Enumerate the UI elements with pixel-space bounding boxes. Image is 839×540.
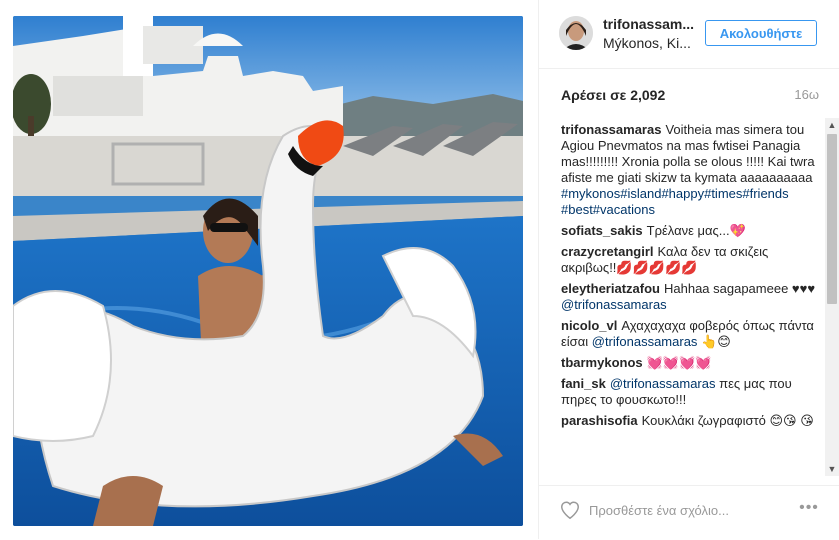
swan-pool-photo: [13, 16, 523, 526]
list-item: trifonassamaras Voitheia mas simera tou A…: [561, 122, 823, 218]
comment-text: Hahhaa sagapameee ♥♥♥: [663, 281, 816, 296]
hashtag-link[interactable]: #mykonos#island#happy#times#friends #bes…: [561, 186, 789, 217]
post-sidebar: trifonassam... Μýkonos, Ki... Ακολουθήστ…: [539, 0, 839, 539]
comment-user[interactable]: eleytheriatzafou: [561, 281, 660, 296]
scroll-up-arrow-icon[interactable]: ▲: [825, 118, 839, 132]
comment-user[interactable]: trifonassamaras: [561, 122, 661, 137]
comment-user[interactable]: nicolo_vl: [561, 318, 617, 333]
comment-user[interactable]: tbarmykonos: [561, 355, 643, 370]
photo-column: [0, 0, 539, 539]
follow-button[interactable]: Ακολουθήστε: [705, 20, 817, 46]
avatar-image: [559, 16, 593, 50]
comment-user[interactable]: parashisofia: [561, 413, 638, 428]
comment-input[interactable]: [589, 500, 789, 520]
mention-link[interactable]: @trifonassamaras: [561, 297, 667, 312]
username[interactable]: trifonassam...: [603, 16, 694, 32]
list-item: parashisofia Κουκλάκι ζωγραφιστό 😊😘 😘: [561, 413, 823, 429]
list-item: fani_sk @trifonassamaras πες μας που πηρε…: [561, 376, 823, 408]
list-item: eleytheriatzafou Hahhaa sagapameee ♥♥♥ @t…: [561, 281, 823, 313]
avatar[interactable]: [559, 16, 593, 50]
comments-list: trifonassamaras Voitheia mas simera tou A…: [561, 122, 823, 472]
list-item: tbarmykonos 💓💓💓💓: [561, 355, 823, 371]
comment-bar: •••: [539, 485, 839, 540]
mention-link[interactable]: @trifonassamaras: [610, 376, 716, 391]
list-item: nicolo_vl Αχαχαχαχα φοβερός όπως πάντα εί…: [561, 318, 823, 350]
mention-link[interactable]: @trifonassamaras: [592, 334, 698, 349]
likes-count[interactable]: Αρέσει σε 2,092: [561, 87, 665, 103]
comment-user[interactable]: crazycretangirl: [561, 244, 654, 259]
post-time[interactable]: 16ω: [794, 87, 819, 102]
comment-emoji: 👆😊: [701, 334, 731, 349]
location[interactable]: Μýkonos, Ki...: [603, 35, 691, 51]
comment-text: Τρέλανε μας...💖: [646, 223, 746, 238]
comment-user[interactable]: fani_sk: [561, 376, 606, 391]
post-photo[interactable]: [13, 16, 523, 526]
comment-user[interactable]: sofiats_sakis: [561, 223, 643, 238]
heart-outline-icon[interactable]: [559, 499, 581, 521]
post-header: trifonassam... Μýkonos, Ki... Ακολουθήστ…: [539, 0, 839, 69]
scroll-down-arrow-icon[interactable]: ▼: [825, 462, 839, 476]
comment-text: Κουκλάκι ζωγραφιστό 😊😘 😘: [641, 413, 814, 428]
scroll-thumb[interactable]: [827, 134, 837, 304]
comments-scrollbar[interactable]: ▲ ▼: [825, 118, 839, 476]
list-item: sofiats_sakis Τρέλανε μας...💖: [561, 223, 823, 239]
instagram-post-page: trifonassam... Μýkonos, Ki... Ακολουθήστ…: [0, 0, 839, 539]
more-options-icon[interactable]: •••: [797, 499, 821, 519]
comment-text: 💓💓💓💓: [646, 355, 712, 370]
likes-row: Αρέσει σε 2,092 16ω: [561, 87, 819, 105]
list-item: crazycretangirl Καλα δεν τα σκιζεις ακριβ…: [561, 244, 823, 276]
